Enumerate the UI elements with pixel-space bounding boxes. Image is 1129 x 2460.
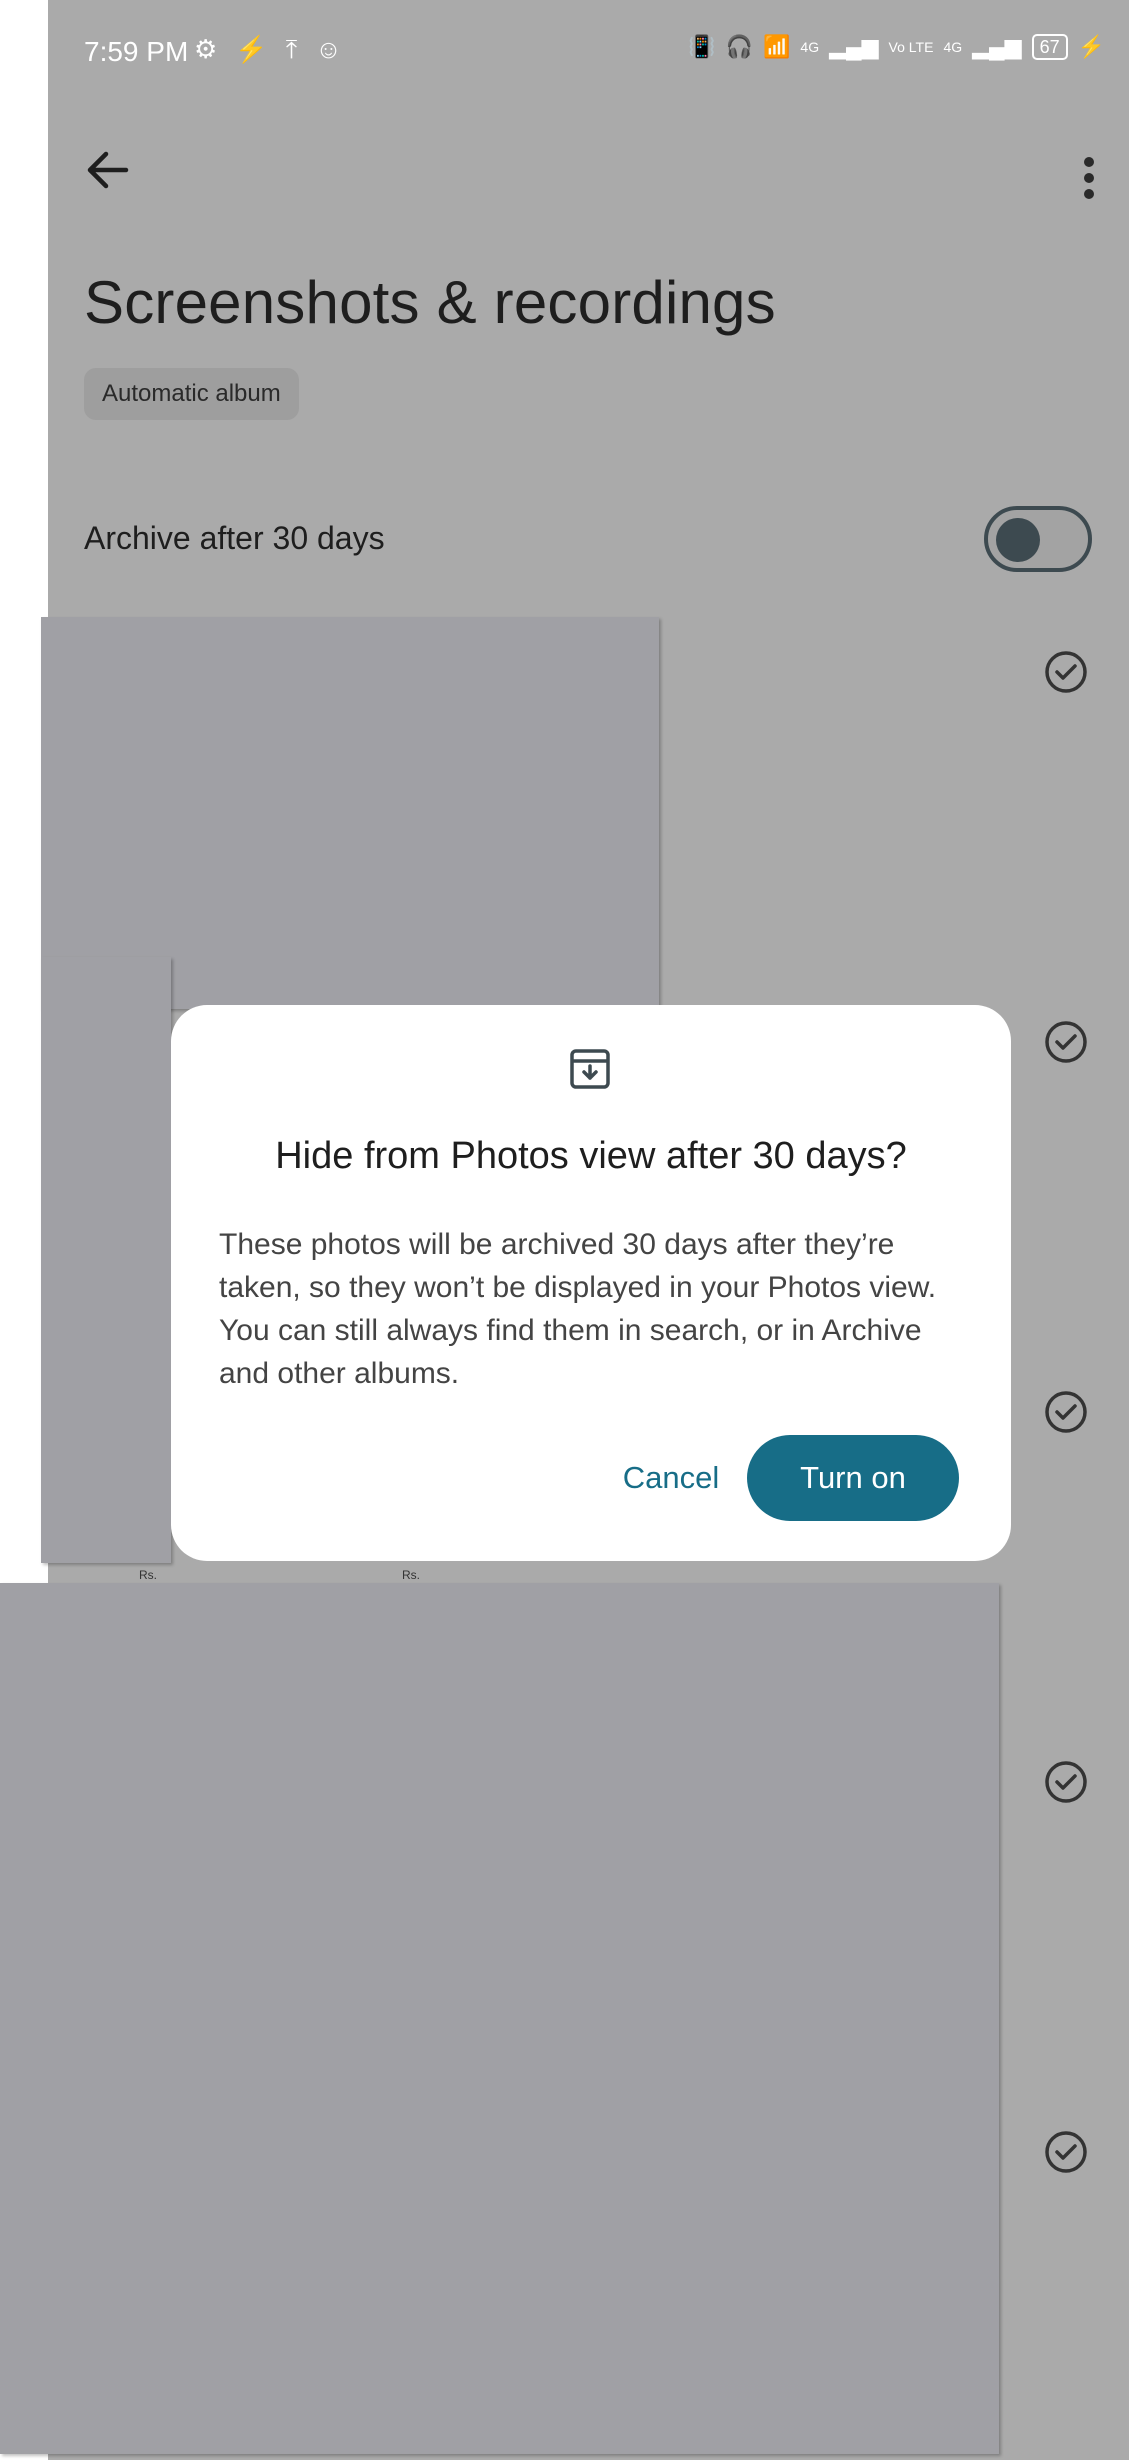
back-arrow-icon[interactable] xyxy=(78,140,138,200)
battery-icon: 67 xyxy=(1031,34,1068,60)
settings-status-icon: ⚙ xyxy=(194,34,218,64)
check-circle-icon[interactable] xyxy=(1044,650,1088,694)
status-notification-icons: ⚙ ⚡ ⤒ ☺ xyxy=(194,34,342,66)
charging-icon: ⚡ xyxy=(1077,34,1105,59)
photo-thumbnail[interactable] xyxy=(41,957,171,1563)
dialog-title: Hide from Photos view after 30 days? xyxy=(275,1135,907,1177)
network-label-1: 4G xyxy=(800,39,820,55)
check-circle-icon[interactable] xyxy=(1044,1020,1088,1064)
photo-thumbnail[interactable] xyxy=(0,1583,999,2454)
signal-icon: ▂▄▆ xyxy=(829,34,879,59)
status-bar: 7:59 PM ⚙ ⚡ ⤒ ☺ 📳 🎧 📶 4G ▂▄▆ Vo LTE 4G ▂… xyxy=(48,0,1129,110)
photo-thumbnail[interactable] xyxy=(41,617,659,1009)
cancel-button[interactable]: Cancel xyxy=(601,1435,741,1521)
more-options-icon[interactable] xyxy=(1069,148,1109,208)
check-circle-icon[interactable] xyxy=(1044,2130,1088,2174)
archive-setting-label: Archive after 30 days xyxy=(84,520,385,556)
archive-dialog: Hide from Photos view after 30 days? The… xyxy=(171,1005,1011,1561)
status-system-icons: 📳 🎧 📶 4G ▂▄▆ Vo LTE 4G ▂▄▆ 67 ⚡ xyxy=(688,34,1105,60)
turn-on-button[interactable]: Turn on xyxy=(747,1435,959,1521)
upload-status-icon: ⤒ xyxy=(285,34,298,64)
vibrate-icon: 📳 xyxy=(688,34,716,59)
thumbnail-text: Rs. xyxy=(402,1568,420,1582)
check-circle-icon[interactable] xyxy=(1044,1390,1088,1434)
status-time: 7:59 PM xyxy=(84,36,189,67)
wifi-icon: 📶 xyxy=(763,34,791,59)
page-title: Screenshots & recordings xyxy=(84,269,776,336)
toggle-knob xyxy=(996,518,1040,562)
dialog-body: These photos will be archived 30 days af… xyxy=(219,1228,937,1390)
face-status-icon: ☺ xyxy=(315,34,342,64)
archive-download-icon xyxy=(570,1049,610,1089)
headphones-icon: 🎧 xyxy=(725,34,754,59)
check-circle-icon[interactable] xyxy=(1044,1760,1088,1804)
flash-status-icon: ⚡ xyxy=(235,34,268,64)
network-label-2: Vo LTE xyxy=(888,39,934,55)
signal-icon-2: ▂▄▆ xyxy=(972,34,1022,59)
archive-toggle[interactable] xyxy=(984,506,1092,572)
thumbnail-text: Rs. xyxy=(139,1568,157,1582)
album-type-chip: Automatic album xyxy=(84,368,299,420)
network-label-3: 4G xyxy=(943,39,963,55)
